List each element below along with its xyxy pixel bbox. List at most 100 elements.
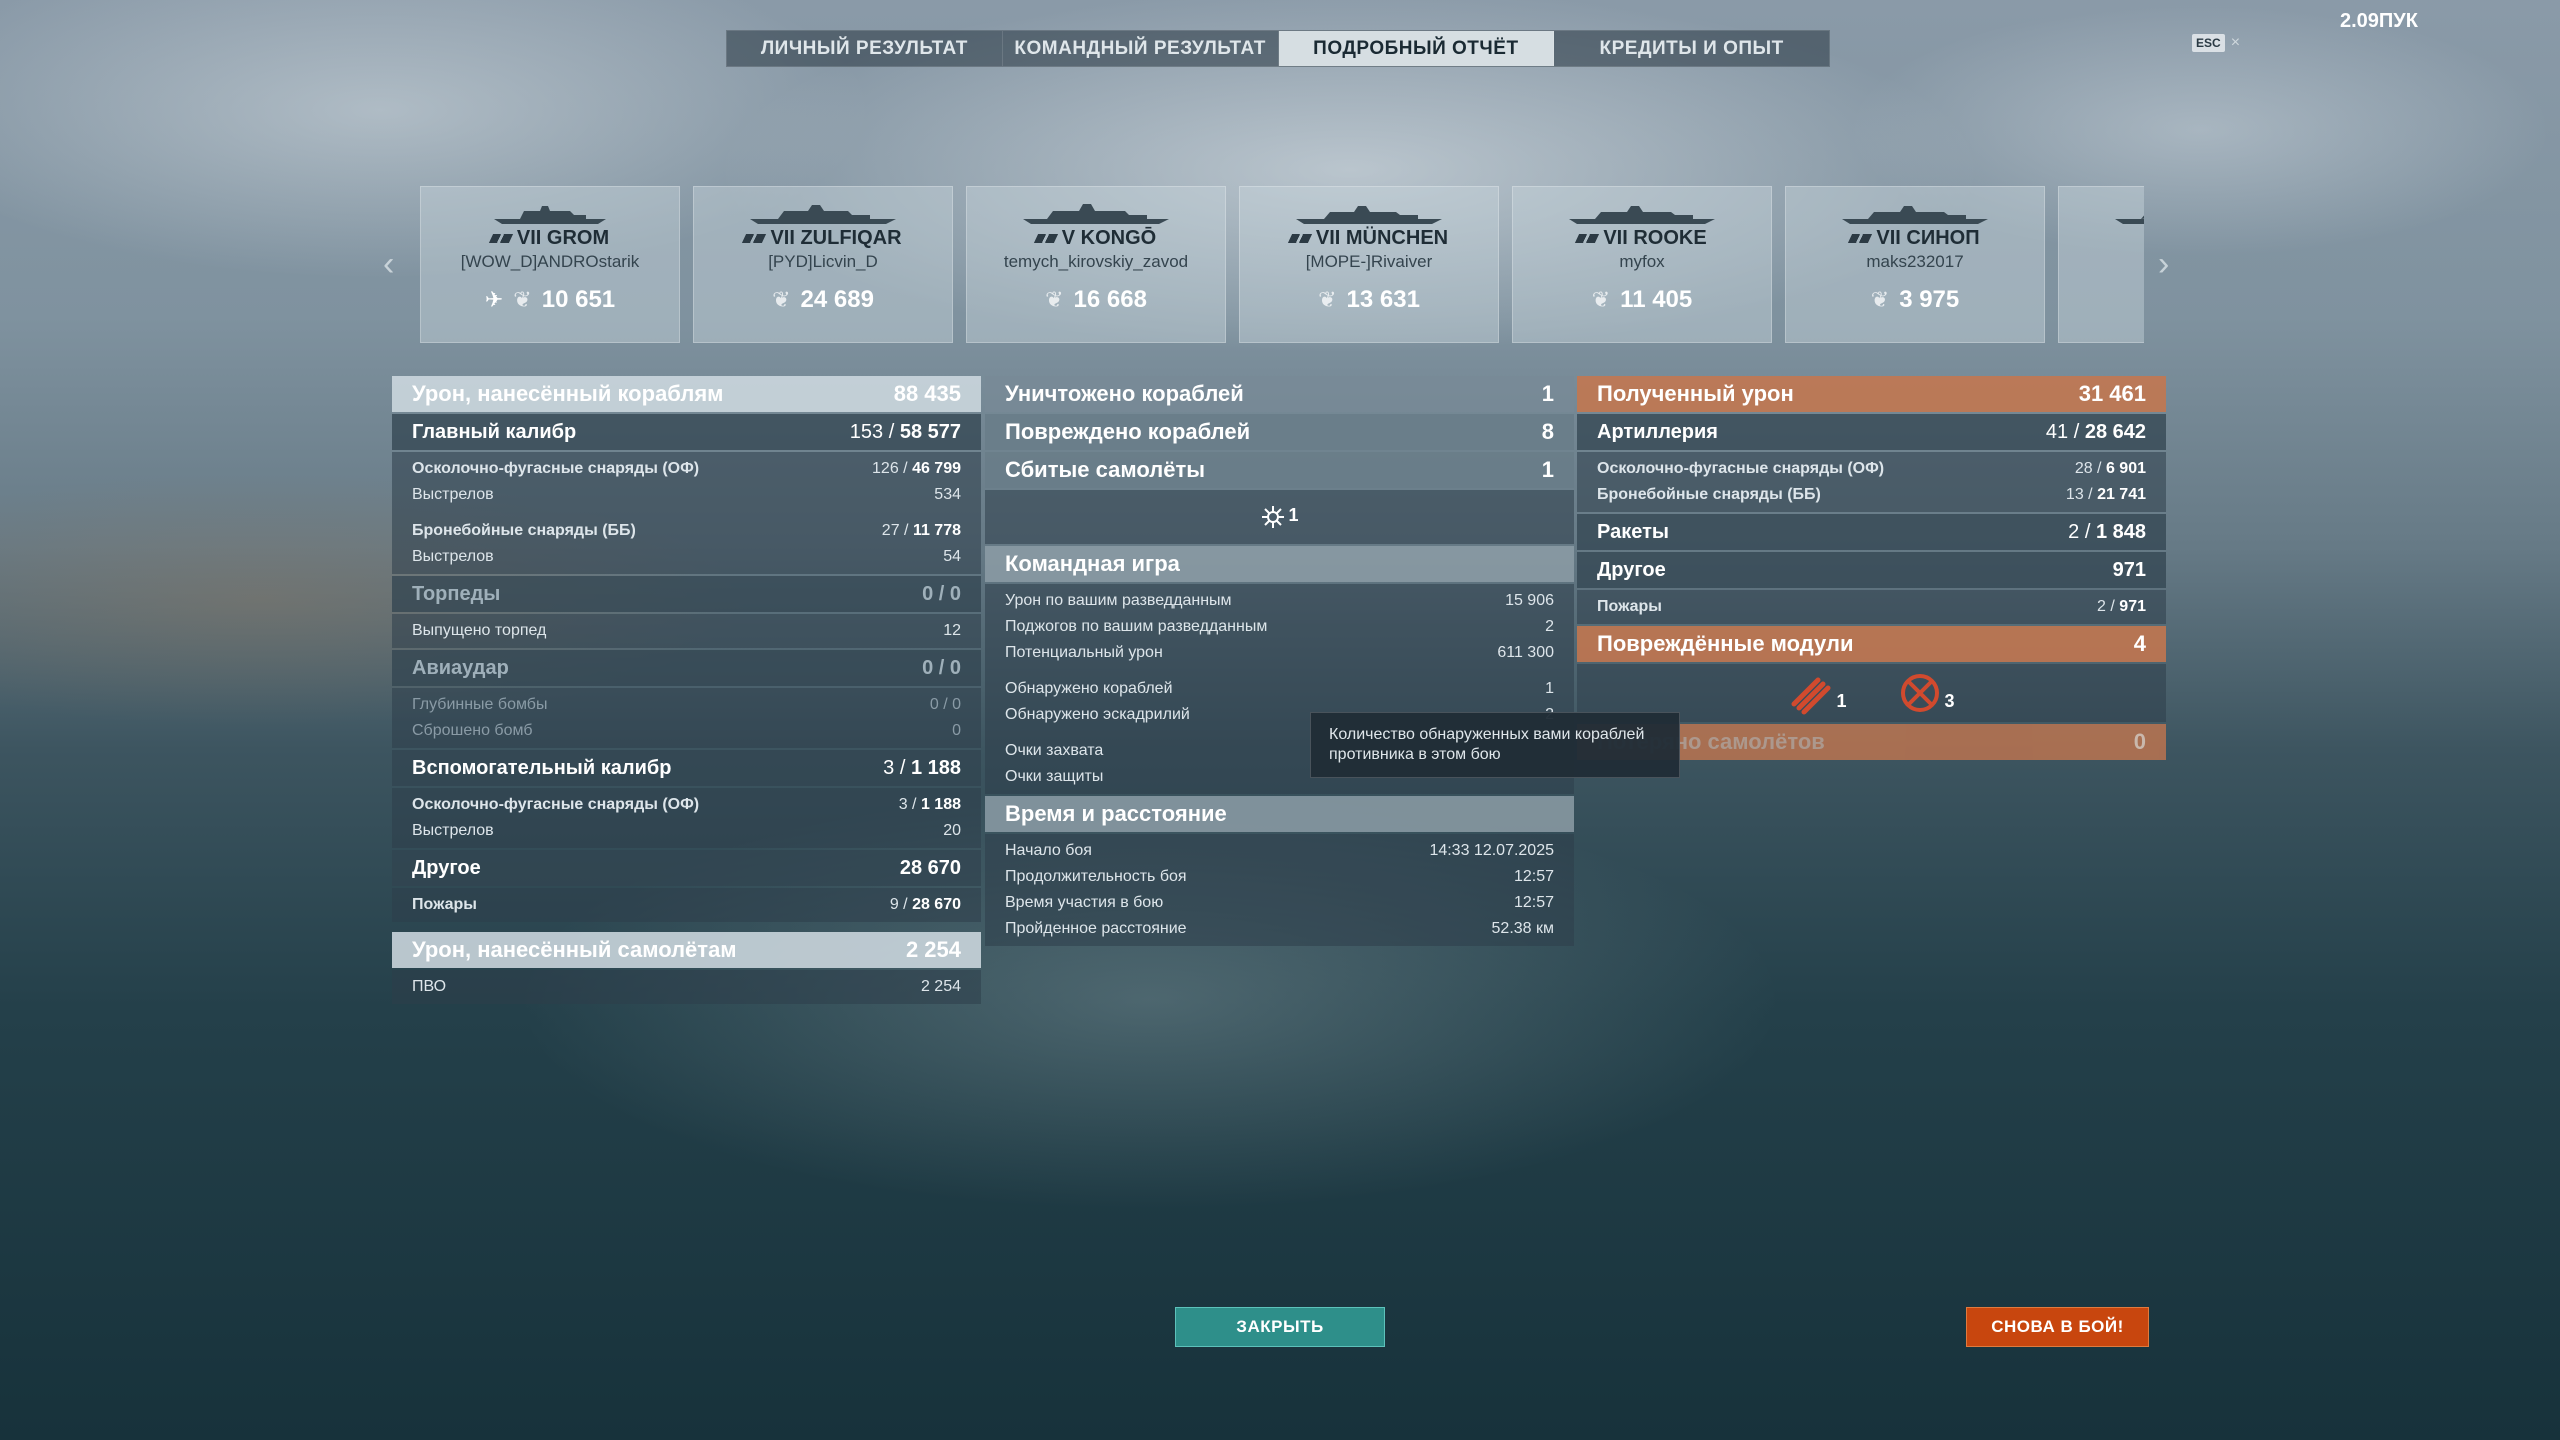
- other-label: Другое: [412, 856, 481, 879]
- ships-spotted-value: 1: [1545, 680, 1554, 697]
- received-header: Полученный урон 31 461: [1577, 376, 2166, 412]
- planes-shot-value: 1: [1541, 457, 1554, 482]
- he-shots-label: Выстрелов: [412, 486, 494, 503]
- nation-flag-icon: [488, 234, 513, 243]
- spotting-damage-label: Урон по вашим разведданным: [1005, 592, 1232, 609]
- planes-shot-label: Сбитые самолёты: [1005, 457, 1206, 482]
- laurel-icon: ❦: [1318, 287, 1337, 312]
- bombs-dropped-value: 0: [952, 722, 961, 739]
- fires-label: Пожары: [412, 896, 477, 913]
- carousel-left-arrow-icon[interactable]: ‹: [383, 245, 394, 284]
- ship-score: 11 405: [1620, 286, 1693, 313]
- ships-spotted-label[interactable]: Обнаружено кораблей: [1005, 680, 1173, 698]
- sec-he-label: Осколочно-фугасные снаряды (ОФ): [412, 796, 700, 813]
- rockets-hits: 2: [2068, 520, 2080, 543]
- rockets-row: Ракеты 2 / 1 848: [1577, 514, 2166, 550]
- air-strike-row: Авиаудар 0 / 0: [392, 650, 981, 686]
- he-shots-value: 534: [934, 486, 961, 503]
- artillery-damage: 28 642: [2084, 420, 2146, 443]
- other-details: Пожары 9 / 28 670: [392, 888, 981, 922]
- esc-key-badge: ESC: [2192, 34, 2225, 52]
- other-value: 28 670: [899, 856, 961, 879]
- ship-silhouette-icon: [2115, 215, 2144, 224]
- main-caliber-damage: 58 577: [899, 420, 961, 443]
- damage-ships-header: Урон, нанесённый кораблям 88 435: [392, 376, 981, 412]
- tab-detailed-report[interactable]: ПОДРОБНЫЙ ОТЧЁТ: [1278, 31, 1555, 66]
- rockets-label: Ракеты: [1597, 520, 1669, 543]
- recv-other-value: 971: [2112, 558, 2146, 581]
- ship-silhouette-icon: [750, 205, 896, 224]
- laurel-icon: ❦: [1870, 287, 1890, 312]
- capture-points-label: Очки захвата: [1005, 742, 1104, 759]
- ship-card[interactable]: VII MÜNCHEN [MOPE-]Rivaiver ❦ 13 631: [1239, 186, 1499, 343]
- spotting-damage-value: 15 906: [1505, 592, 1554, 609]
- time-distance-label: Время и расстояние: [1005, 801, 1227, 826]
- distance-label: Пройденное расстояние: [1005, 920, 1187, 937]
- battle-start-value: 14:33 12.07.2025: [1429, 842, 1554, 859]
- ship-card[interactable]: VII СИНОП maks232017 ❦ 3 975: [1785, 186, 2045, 343]
- time-distance-details: Начало боя 14:33 12.07.2025 Продолжительн…: [985, 834, 1574, 946]
- recv-fires-hits: 2: [2097, 598, 2106, 615]
- recv-fires-label: Пожары: [1597, 598, 1662, 615]
- ship-card[interactable]: VII ZULFIQAR [PYD]Licvin_D ❦ 24 689: [693, 186, 953, 343]
- close-button[interactable]: ЗАКРЫТЬ: [1175, 1307, 1385, 1347]
- tab-team-result[interactable]: КОМАНДНЫЙ РЕЗУЛЬТАТ: [1003, 31, 1279, 66]
- he-shells-hits: 126: [872, 460, 899, 477]
- damage-ships-value: 88 435: [893, 381, 961, 406]
- destroyed-value: 1: [1541, 381, 1554, 406]
- nation-flag-icon: [1033, 234, 1058, 243]
- esc-close[interactable]: ESC ×: [2192, 34, 2240, 52]
- ship-card[interactable]: V KONGŌ temych_kirovskiy_zavod ❦ 16 668: [966, 186, 1226, 343]
- received-value: 31 461: [2078, 381, 2146, 406]
- ship-name: VII СИНОП: [1876, 227, 1980, 249]
- he-shells-damage: 46 799: [912, 460, 961, 477]
- torpedoes-details: Выпущено торпед 12: [392, 614, 981, 648]
- ship-score: 13 631: [1346, 286, 1420, 313]
- damage-planes-value: 2 254: [905, 937, 961, 962]
- ap-shells-hits: 27: [881, 522, 900, 539]
- potential-damage-value: 611 300: [1497, 644, 1554, 661]
- ships-spotted-tooltip: Количество обнаруженных вами кораблей пр…: [1310, 712, 1680, 778]
- spotting-fires-value: 2: [1545, 618, 1554, 635]
- ship-silhouette-icon: [1296, 206, 1442, 224]
- team-game-label: Командная игра: [1005, 551, 1180, 576]
- ship-card[interactable]: VII GROM [WOW_D]ANDROstarik ✈ ❦ 10 651: [420, 186, 680, 343]
- ship-name: VII GROM: [516, 227, 610, 249]
- carousel-right-arrow-icon[interactable]: ›: [2158, 245, 2169, 284]
- planes-lost-value: 0: [2133, 729, 2146, 754]
- secondary-damage: 1 188: [910, 756, 961, 779]
- modules-header: Повреждённые модули 4: [1577, 626, 2166, 662]
- recv-he-damage: 6 901: [2105, 460, 2146, 477]
- squadrons-spotted-label: Обнаружено эскадрилий: [1005, 706, 1190, 723]
- sec-shots-label: Выстрелов: [412, 822, 494, 839]
- ship-name: VII ZULFIQAR: [770, 227, 902, 249]
- depth-charges-value: 0 / 0: [929, 696, 961, 713]
- planes-shot-row: Сбитые самолёты 1: [985, 452, 1574, 488]
- ship-card-partial[interactable]: [2058, 186, 2144, 343]
- sec-he-hits: 3: [898, 796, 908, 813]
- ship-card[interactable]: VII ROOKE myfox ❦ 11 405: [1512, 186, 1772, 343]
- defense-points-label: Очки защиты: [1005, 768, 1104, 785]
- battle-again-button[interactable]: СНОВА В БОЙ!: [1966, 1307, 2149, 1347]
- recv-ap-hits: 13: [2065, 486, 2084, 503]
- recv-other-row: Другое 971: [1577, 552, 2166, 588]
- module-count: 3: [1944, 691, 1955, 711]
- nation-flag-icon: [1287, 234, 1312, 243]
- depth-charges-label: Глубинные бомбы: [412, 696, 548, 713]
- plane-icon: ✈: [484, 287, 504, 312]
- player-name: temych_kirovskiy_zavod: [1003, 252, 1189, 271]
- laurel-icon: ❦: [1045, 287, 1064, 312]
- main-caliber-details: Осколочно-фугасные снаряды (ОФ) 126 / 46 …: [392, 452, 981, 574]
- recv-other-details: Пожары 2 / 971: [1577, 590, 2166, 624]
- torpedoes-row: Торпеды 0 / 0: [392, 576, 981, 612]
- player-name: [WOW_D]ANDROstarik: [460, 252, 640, 271]
- recv-ap-label: Бронебойные снаряды (ББ): [1597, 486, 1821, 503]
- ship-name: VII MÜNCHEN: [1315, 227, 1449, 249]
- other-damage-row: Другое 28 670: [392, 850, 981, 886]
- plane-shot-count: 1: [1288, 505, 1299, 525]
- tab-personal-result[interactable]: ЛИЧНЫЙ РЕЗУЛЬТАТ: [727, 31, 1003, 66]
- battle-duration-value: 12:57: [1513, 868, 1554, 885]
- tab-credits-xp[interactable]: КРЕДИТЫ И ОПЫТ: [1554, 31, 1829, 66]
- destroyed-row: Уничтожено кораблей 1: [985, 376, 1574, 412]
- torpedoes-label: Торпеды: [412, 582, 501, 605]
